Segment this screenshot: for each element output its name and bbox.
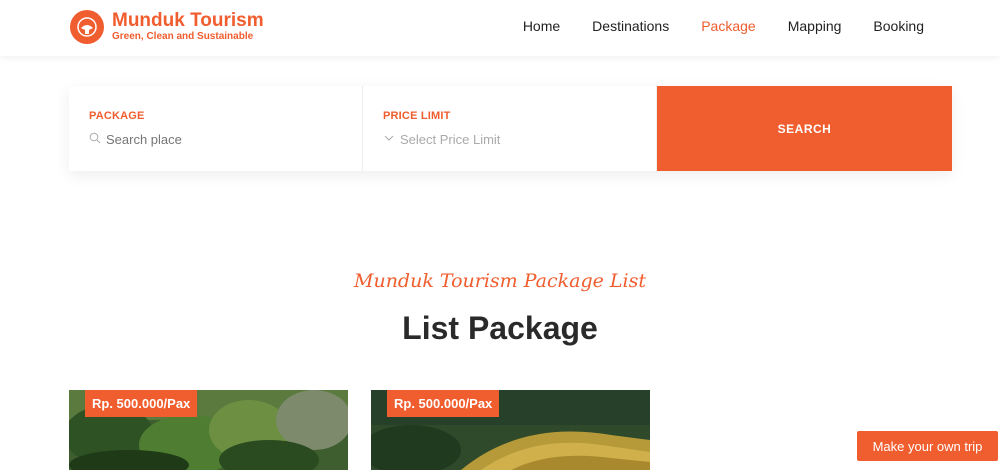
- search-button[interactable]: SEARCH: [657, 86, 952, 171]
- chevron-down-icon: [383, 132, 400, 147]
- brand-name: Munduk Tourism: [112, 10, 264, 31]
- nav-item-booking[interactable]: Booking: [873, 18, 924, 34]
- site-header: Munduk Tourism Green, Clean and Sustaina…: [0, 0, 1000, 56]
- package-card[interactable]: Rp. 500.000/Pax: [69, 390, 348, 470]
- section-title: List Package: [402, 310, 598, 346]
- main-nav: Home Destinations Package Mapping Bookin…: [523, 18, 924, 34]
- price-limit-select[interactable]: Select Price Limit: [383, 132, 636, 147]
- price-limit-label: PRICE LIMIT: [383, 110, 451, 122]
- package-label: PACKAGE: [89, 110, 145, 122]
- search-place-input[interactable]: [106, 132, 326, 147]
- price-limit-cell: PRICE LIMIT Select Price Limit: [363, 86, 657, 171]
- nav-item-home[interactable]: Home: [523, 18, 560, 34]
- section-script-title: Munduk Tourism Package List: [354, 270, 646, 292]
- package-card[interactable]: Rp. 500.000/Pax: [371, 390, 650, 470]
- search-icon: [89, 132, 106, 147]
- package-search-bar: PACKAGE PRICE LIMIT Select Price Limit S…: [69, 86, 952, 171]
- logo-badge-icon: [70, 10, 104, 44]
- make-your-own-trip-button[interactable]: Make your own trip: [857, 431, 998, 461]
- price-tag: Rp. 500.000/Pax: [85, 390, 198, 417]
- nav-item-package[interactable]: Package: [701, 18, 755, 34]
- price-limit-value: Select Price Limit: [400, 132, 501, 147]
- price-tag: Rp. 500.000/Pax: [387, 390, 500, 417]
- brand-tagline: Green, Clean and Sustainable: [112, 31, 254, 42]
- nav-item-mapping[interactable]: Mapping: [788, 18, 842, 34]
- nav-item-destinations[interactable]: Destinations: [592, 18, 669, 34]
- brand-logo[interactable]: Munduk Tourism Green, Clean and Sustaina…: [70, 10, 264, 44]
- package-search-cell: PACKAGE: [69, 86, 363, 171]
